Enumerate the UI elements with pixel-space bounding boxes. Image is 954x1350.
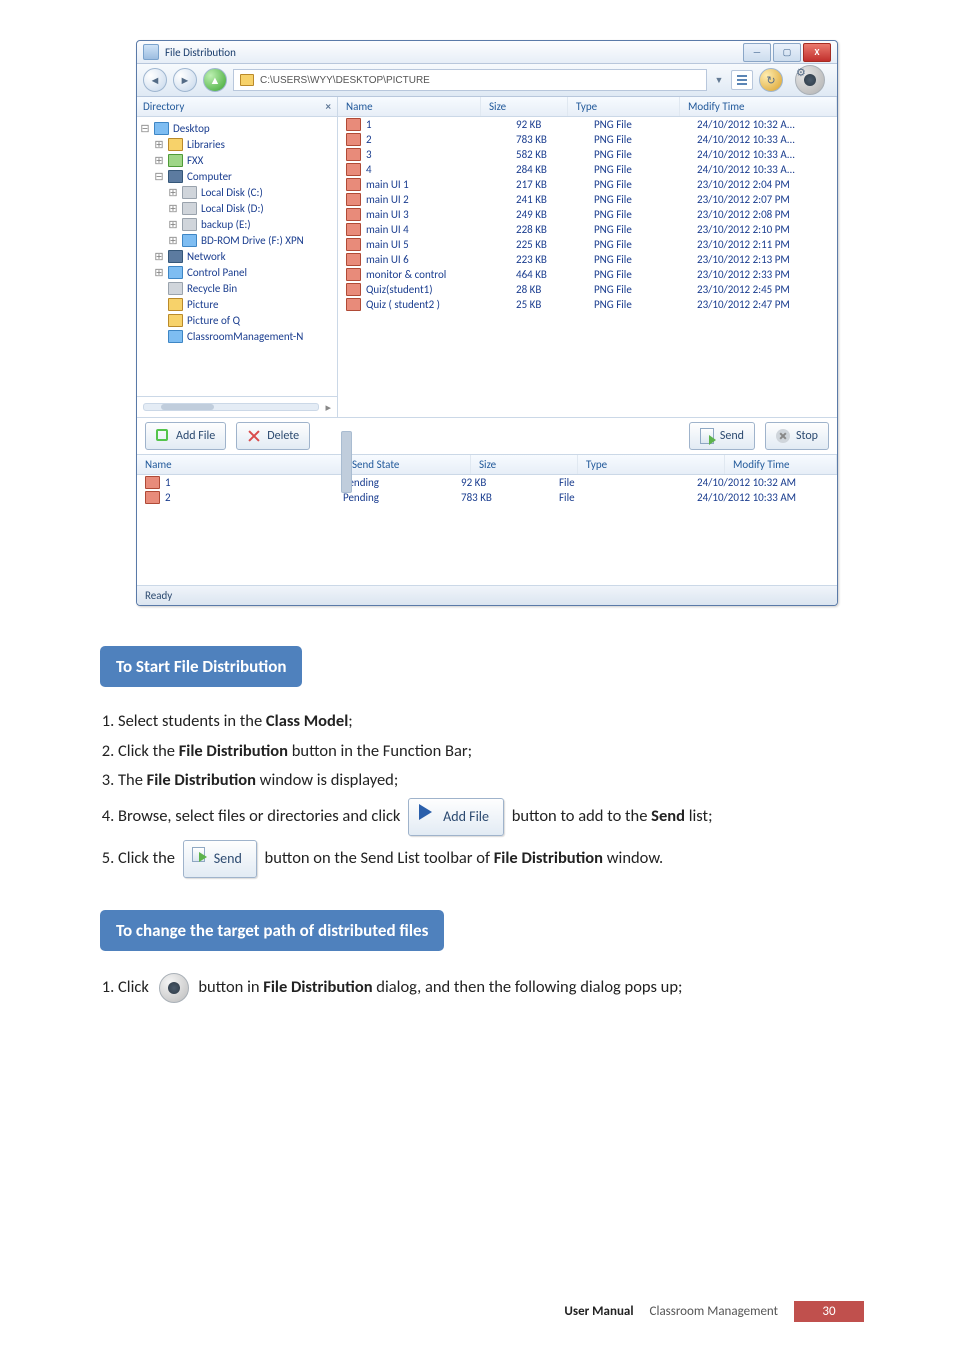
app-icon (143, 44, 159, 60)
back-button[interactable]: ◄ (143, 68, 167, 92)
col-size[interactable]: Size (481, 97, 568, 116)
stop-button[interactable]: Stop (765, 422, 829, 450)
col-type[interactable]: Type (568, 97, 680, 116)
file-row[interactable]: main UI 3249 KBPNG File23/10/2012 2:08 P… (338, 207, 837, 222)
send-list[interactable]: 1Pending92 KBFile24/10/2012 10:32 AM2Pen… (137, 475, 837, 585)
close-panel-icon[interactable]: × (326, 100, 331, 113)
section-heading: To Start File Distribution (100, 646, 302, 687)
refresh-button[interactable]: ↻ (759, 68, 783, 92)
file-list-header[interactable]: Name Size Type Modify Time (338, 97, 837, 117)
scroll-right-icon[interactable]: ▸ (325, 401, 331, 414)
tree-item[interactable]: ⊞BD-ROM Drive (F:) XPN (140, 232, 337, 248)
file-row[interactable]: monitor & control464 KBPNG File23/10/201… (338, 267, 837, 282)
step-1: Select students in the Class Model; (118, 709, 874, 735)
delete-button[interactable]: Delete (236, 422, 310, 450)
tree-item[interactable]: ClassroomManagement-N (140, 328, 337, 344)
folder-icon (240, 74, 254, 86)
send-icon (700, 428, 714, 444)
path-text: C:\USERS\WYY\DESKTOP\PICTURE (260, 75, 430, 86)
section-heading-2: To change the target path of distributed… (100, 910, 444, 951)
file-row[interactable]: main UI 1217 KBPNG File23/10/2012 2:04 P… (338, 177, 837, 192)
instructions-list-1: Select students in the Class Model; Clic… (118, 709, 874, 878)
tree-item[interactable]: ⊞FXX (140, 152, 337, 168)
send-row[interactable]: 1Pending92 KBFile24/10/2012 10:32 AM (137, 475, 837, 490)
inline-gear-icon (159, 973, 189, 1003)
stop-icon (776, 429, 790, 443)
tree-item[interactable]: ⊟Desktop (140, 120, 337, 136)
directory-header: Directory× (137, 97, 337, 117)
address-bar[interactable]: C:\USERS\WYY\DESKTOP\PICTURE (233, 69, 707, 91)
send-list-header[interactable]: Name Send State Size Type Modify Time (137, 454, 837, 475)
file-row[interactable]: main UI 6223 KBPNG File23/10/2012 2:13 P… (338, 252, 837, 267)
add-file-button[interactable]: Add File (145, 422, 226, 450)
forward-button[interactable]: ► (173, 68, 197, 92)
col-modify-time[interactable]: Modify Time (680, 97, 837, 116)
minimize-button[interactable]: — (743, 43, 771, 62)
inline-add-file-button: Add File (408, 798, 504, 836)
col-name[interactable]: Name (338, 97, 481, 116)
footer-product: Classroom Management (650, 1304, 778, 1319)
directory-tree[interactable]: ⊟Desktop⊞Libraries⊞FXX⊟Computer⊞Local Di… (137, 117, 337, 396)
step-4: Browse, select files or directories and … (118, 798, 874, 836)
file-row[interactable]: main UI 2241 KBPNG File23/10/2012 2:07 P… (338, 192, 837, 207)
history-dropdown-icon[interactable]: ▼ (713, 75, 725, 86)
maximize-button[interactable]: ▢ (773, 43, 801, 62)
file-distribution-window: File Distribution — ▢ X ◄ ► ▲ C:\USERS\W… (136, 40, 838, 606)
tree-item[interactable]: ⊞Control Panel (140, 264, 337, 280)
tree-item[interactable]: ⊞Local Disk (C:) (140, 184, 337, 200)
send-row[interactable]: 2Pending783 KBFile24/10/2012 10:33 AM (137, 490, 837, 505)
file-row[interactable]: Quiz ( student2 )25 KBPNG File23/10/2012… (338, 297, 837, 312)
delete-icon (247, 429, 261, 443)
file-row[interactable]: main UI 5225 KBPNG File23/10/2012 2:11 P… (338, 237, 837, 252)
tree-item[interactable]: Recycle Bin (140, 280, 337, 296)
add-icon (156, 429, 170, 443)
send-col-type[interactable]: Type (578, 455, 725, 474)
send-col-mtime[interactable]: Modify Time (725, 455, 837, 474)
file-row[interactable]: 3582 KBPNG File24/10/2012 10:33 A... (338, 147, 837, 162)
tree-item[interactable]: ⊞Network (140, 248, 337, 264)
file-row[interactable]: 192 KBPNG File24/10/2012 10:32 A... (338, 117, 837, 132)
step2-1: Click button in File Distribution dialog… (118, 973, 874, 1003)
send-col-state[interactable]: Send State (344, 455, 471, 474)
up-button[interactable]: ▲ (203, 68, 227, 92)
status-bar: Ready (137, 585, 837, 605)
step-5: Click the Send button on the Send List t… (118, 840, 874, 878)
tree-item[interactable]: Picture of Q (140, 312, 337, 328)
close-button[interactable]: X (803, 43, 831, 62)
view-toggle[interactable] (731, 70, 753, 90)
file-list[interactable]: 192 KBPNG File24/10/2012 10:32 A...2783 … (338, 117, 837, 417)
step-2: Click the File Distribution button in th… (118, 739, 874, 765)
window-title: File Distribution (165, 46, 743, 59)
send-button[interactable]: Send (689, 422, 755, 450)
tree-item[interactable]: ⊞backup (E:) (140, 216, 337, 232)
inline-send-button: Send (183, 840, 257, 878)
tree-item[interactable]: ⊞Local Disk (D:) (140, 200, 337, 216)
file-row[interactable]: 4284 KBPNG File24/10/2012 10:33 A... (338, 162, 837, 177)
send-col-size[interactable]: Size (471, 455, 578, 474)
instructions-list-2: Click button in File Distribution dialog… (118, 973, 874, 1003)
file-row[interactable]: 2783 KBPNG File24/10/2012 10:33 A... (338, 132, 837, 147)
titlebar[interactable]: File Distribution — ▢ X (137, 41, 837, 64)
file-row[interactable]: main UI 4228 KBPNG File23/10/2012 2:10 P… (338, 222, 837, 237)
page-number: 30 (794, 1301, 864, 1322)
directory-panel: Directory× ⊟Desktop⊞Libraries⊞FXX⊟Comput… (137, 97, 338, 417)
tree-item[interactable]: ⊟Computer (140, 168, 337, 184)
page-footer: User Manual Classroom Management 30 (0, 1301, 954, 1322)
send-col-name[interactable]: Name (137, 455, 344, 474)
tree-h-scrollbar[interactable] (143, 403, 319, 411)
tree-item[interactable]: Picture (140, 296, 337, 312)
tree-item[interactable]: ⊞Libraries (140, 136, 337, 152)
file-row[interactable]: Quiz(student1)28 KBPNG File23/10/2012 2:… (338, 282, 837, 297)
settings-button[interactable]: ⚙ (795, 65, 825, 95)
nav-toolbar: ◄ ► ▲ C:\USERS\WYY\DESKTOP\PICTURE ▼ ↻ ⚙ (137, 64, 837, 97)
footer-user-manual: User Manual (564, 1304, 633, 1319)
step-3: The File Distribution window is displaye… (118, 768, 874, 794)
